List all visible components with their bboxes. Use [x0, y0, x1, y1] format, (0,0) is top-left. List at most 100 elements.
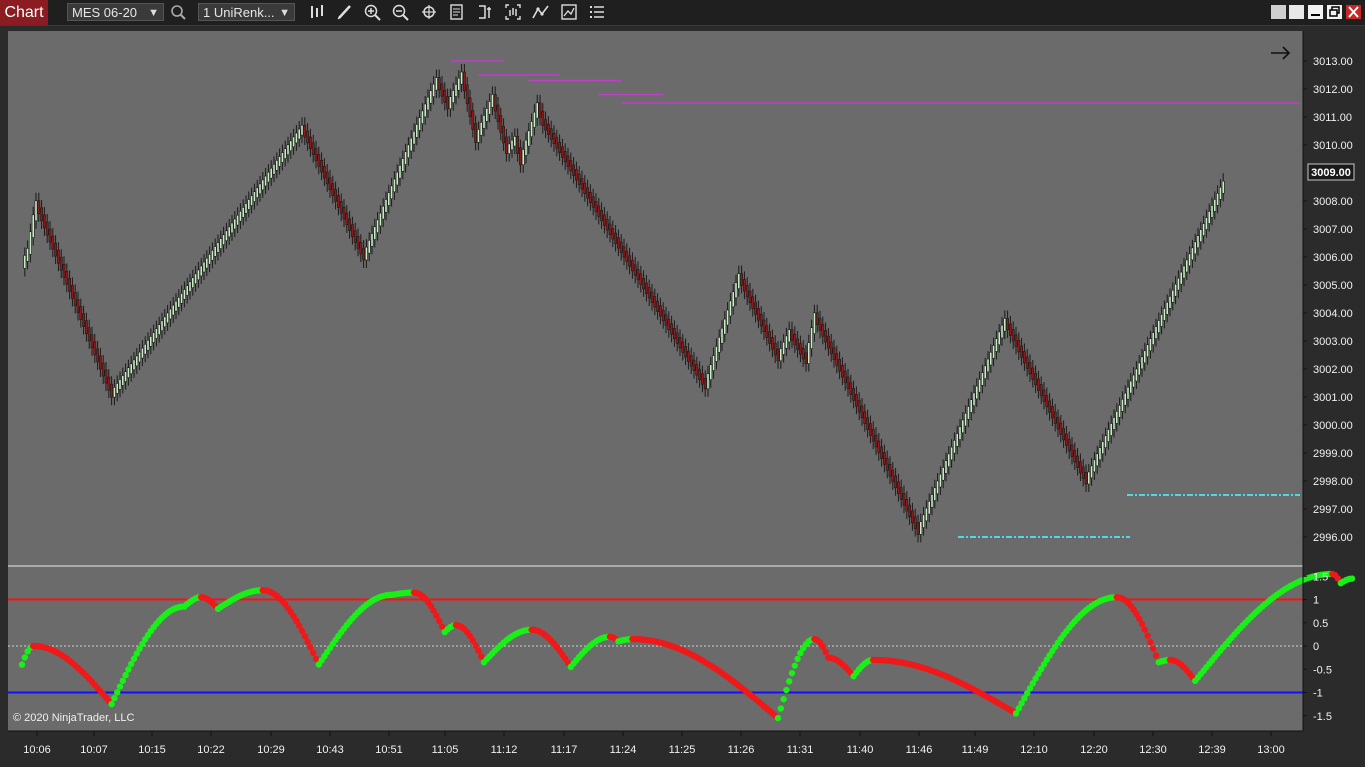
oscillator-dot — [783, 686, 790, 694]
oscillator-dot — [1144, 632, 1151, 639]
price-tick-label: 3000.00 — [1313, 420, 1353, 432]
oscillator-dot — [312, 655, 320, 662]
zoom-in-icon[interactable] — [363, 3, 383, 21]
time-tick-label: 12:30 — [1139, 744, 1167, 756]
oscillator-tick-label: 1 — [1313, 595, 1319, 607]
oscillator-dot — [788, 669, 796, 677]
restore-icon[interactable] — [1271, 5, 1286, 19]
plot-background — [8, 31, 1303, 731]
bar-type-label: 1 UniRenk... — [203, 5, 275, 20]
copyright-text: © 2020 NinjaTrader, LLC — [13, 712, 134, 724]
time-tick-label: 12:10 — [1020, 744, 1048, 756]
time-tick-label: 10:51 — [375, 744, 403, 756]
oscillator-dot — [122, 671, 129, 679]
oscillator-dot — [774, 714, 782, 722]
oscillator-dot — [478, 653, 485, 660]
list-icon[interactable] — [587, 3, 607, 21]
oscillator-dot — [114, 689, 121, 696]
time-tick-label: 10:07 — [80, 744, 108, 756]
time-tick-label: 10:22 — [197, 744, 225, 756]
time-tick-label: 11:24 — [610, 744, 637, 756]
oscillator-dot — [108, 700, 115, 708]
price-tick-label: 3013.00 — [1313, 56, 1353, 68]
price-tick-label: 3004.00 — [1313, 308, 1353, 320]
price-tick-label: 3007.00 — [1313, 224, 1353, 236]
oscillator-dot — [1152, 652, 1160, 659]
price-tick-label: 3011.00 — [1313, 112, 1352, 124]
oscillator-dot — [116, 683, 124, 690]
oscillator-dot — [791, 662, 798, 669]
instrument-selector[interactable]: MES 06-20 ▼ — [67, 3, 164, 21]
oscillator-dot — [780, 695, 787, 703]
oscillator-dot — [304, 638, 311, 645]
price-tick-label: 3012.00 — [1313, 84, 1353, 96]
oscillator-dot — [472, 642, 479, 649]
time-tick-label: 11:12 — [491, 744, 518, 756]
time-tick-label: 10:29 — [257, 744, 285, 756]
time-tick-label: 10:43 — [316, 744, 344, 756]
search-icon[interactable] — [169, 3, 189, 21]
oscillator-dot — [111, 695, 118, 702]
price-tick-label: 3005.00 — [1313, 280, 1353, 292]
time-tick-label: 11:31 — [787, 744, 814, 756]
bar-type-selector[interactable]: 1 UniRenk... ▼ — [198, 3, 295, 21]
price-tick-label: 2996.00 — [1313, 532, 1353, 544]
oscillator-dot — [794, 655, 801, 663]
price-tick-label: 2998.00 — [1313, 476, 1353, 488]
bar-style-icon[interactable] — [307, 3, 327, 21]
time-tick-label: 12:20 — [1080, 744, 1108, 756]
oscillator-dot — [1138, 620, 1146, 628]
oscillator-dot — [1348, 575, 1356, 582]
oscillator-tick-label: -0.5 — [1313, 664, 1332, 676]
time-tick-label: 11:25 — [669, 744, 696, 756]
maximize-icon[interactable] — [1327, 5, 1342, 19]
chart-trader-icon[interactable] — [503, 3, 523, 21]
price-tick-label: 3010.00 — [1313, 140, 1353, 152]
time-tick-label: 11:46 — [906, 744, 933, 756]
close-icon[interactable] — [1346, 5, 1361, 19]
oscillator-dot — [119, 677, 127, 684]
indicators-icon[interactable] — [531, 3, 551, 21]
data-box-icon[interactable] — [447, 3, 467, 21]
strategy-icon[interactable] — [475, 3, 495, 21]
crosshair-icon[interactable] — [419, 3, 439, 21]
time-tick-label: 11:40 — [847, 744, 874, 756]
draw-pencil-icon[interactable] — [335, 3, 355, 21]
price-tick-label: 3006.00 — [1313, 252, 1353, 264]
time-tick-label: 13:00 — [1257, 744, 1285, 756]
zoom-out-icon[interactable] — [391, 3, 411, 21]
time-tick-label: 10:15 — [138, 744, 166, 756]
oscillator-dot — [436, 617, 443, 625]
price-tick-label: 3001.00 — [1313, 392, 1353, 404]
time-tick-label: 10:06 — [23, 744, 51, 756]
chart-canvas[interactable]: 3013.00 3012.00 3011.00 3010.00 3008.00 3007.… — [0, 26, 1365, 767]
time-tick-label: 12:39 — [1198, 744, 1226, 756]
oscillator-dot — [301, 632, 308, 640]
price-tick-label: 3008.00 — [1313, 196, 1353, 208]
properties-icon[interactable] — [559, 3, 579, 21]
oscillator-tick-label: -1 — [1313, 688, 1323, 700]
price-tick-label: 2999.00 — [1313, 448, 1353, 460]
oscillator-dot — [1141, 626, 1149, 633]
oscillator-dot — [438, 623, 446, 630]
oscillator-tick-label: 0 — [1313, 641, 1319, 653]
last-price-marker: 3009.00 — [1307, 163, 1355, 181]
oscillator-dot — [125, 666, 132, 673]
oscillator-dot — [18, 661, 26, 668]
oscillator-dot — [21, 654, 28, 661]
oscillator-dot — [777, 705, 784, 712]
price-tick-label: 3002.00 — [1313, 364, 1353, 376]
chevron-down-icon: ▼ — [279, 7, 290, 19]
oscillator-dot — [475, 647, 482, 654]
minimize-icon[interactable] — [1308, 5, 1323, 19]
chart-toolbar: Chart MES 06-20 ▼ 1 UniRenk... ▼ — [0, 0, 1365, 26]
time-tick-label: 11:17 — [551, 744, 578, 756]
oscillator-tick-label: -1.5 — [1313, 711, 1332, 723]
oscillator-dot — [1147, 638, 1154, 646]
chart-tab[interactable]: Chart — [0, 0, 48, 25]
tile-icon[interactable] — [1289, 5, 1304, 19]
oscillator-tick-label: 1.5 — [1313, 571, 1328, 583]
oscillator-dot — [310, 649, 317, 657]
price-tick-label: 3003.00 — [1313, 336, 1353, 348]
instrument-label: MES 06-20 — [72, 5, 138, 20]
